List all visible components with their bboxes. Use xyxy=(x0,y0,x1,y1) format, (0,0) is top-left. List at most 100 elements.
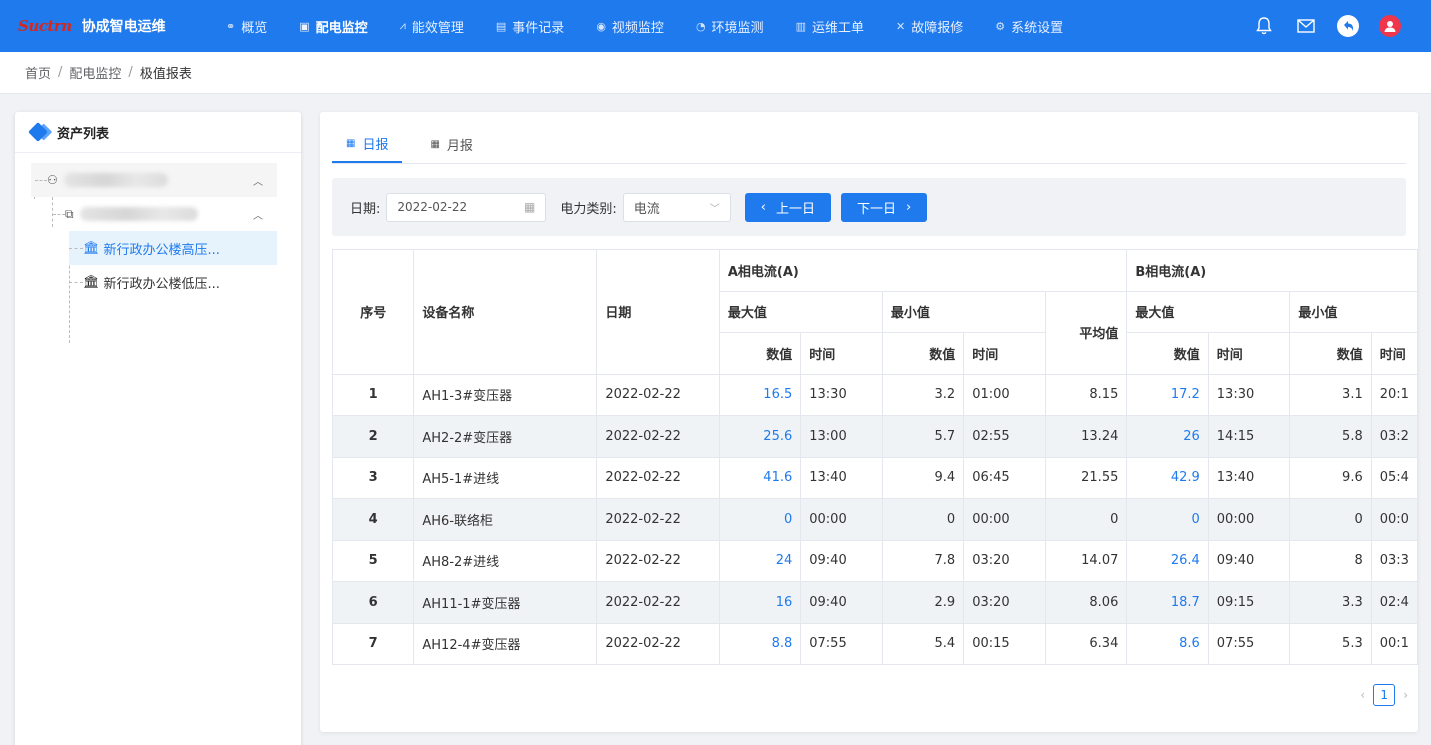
value-header: 数值 xyxy=(1126,332,1209,375)
return-icon[interactable] xyxy=(1337,15,1359,37)
diamond-icon xyxy=(28,122,48,142)
table-cell: AH11-1#变压器 xyxy=(413,581,598,624)
table-cell: 2022-02-22 xyxy=(596,581,720,624)
nav-item-work-orders[interactable]: ▥ 运维工单 xyxy=(780,0,880,52)
bank-icon: 🏛 xyxy=(83,274,100,290)
table-cell: 26 xyxy=(1126,415,1209,458)
time-header: 时间 xyxy=(963,332,1046,375)
next-page-icon[interactable]: › xyxy=(1403,688,1408,702)
tree-node-building[interactable]: ⧉ ︿ xyxy=(49,197,277,231)
calendar-icon: ▦ xyxy=(346,138,356,149)
table-cell: 00:00 xyxy=(800,498,883,541)
nav-item-events[interactable]: ▤ 事件记录 xyxy=(480,0,580,52)
breadcrumb-separator: / xyxy=(128,65,133,80)
table-cell: 09:40 xyxy=(800,539,883,582)
chevron-right-icon: › xyxy=(906,199,912,215)
table-row[interactable]: 5 AH8-2#进线 2022-02-22 24 09:40 7.8 03:20 14.07 2… xyxy=(331,539,1418,582)
avatar[interactable] xyxy=(1379,15,1401,37)
table-cell: 03:3 xyxy=(1370,539,1418,582)
table-cell: 26.4 xyxy=(1126,539,1209,582)
nav-item-settings[interactable]: ⚙ 系统设置 xyxy=(979,0,1079,52)
table-row[interactable]: 2 AH2-2#变压器 2022-02-22 25.6 13:00 5.7 02:55 13.… xyxy=(331,415,1418,458)
a-max-header: 最大值 xyxy=(718,290,883,333)
table-cell: 9.6 xyxy=(1289,456,1372,499)
table-cell: 13:40 xyxy=(1207,456,1291,499)
col-date-header: 日期 xyxy=(596,249,720,375)
table-cell: 2022-02-22 xyxy=(596,539,720,582)
page-number[interactable]: 1 xyxy=(1373,684,1396,706)
tree-leaf-lv[interactable]: 🏛 新行政办公楼低压... xyxy=(69,265,277,299)
table-cell: 09:40 xyxy=(1207,539,1291,582)
next-day-label: 下一日 xyxy=(857,201,897,217)
nav-item-fault-repair[interactable]: ✕ 故障报修 xyxy=(880,0,979,52)
prev-page-icon[interactable]: ‹ xyxy=(1360,688,1365,702)
table-cell: 02:55 xyxy=(963,415,1046,458)
nav-item-overview[interactable]: ⚭ 概览 xyxy=(210,0,283,52)
calendar-icon: ▦ xyxy=(430,139,440,150)
table-cell: 5 xyxy=(331,539,415,582)
table-cell: AH5-1#进线 xyxy=(413,456,598,499)
value-header: 数值 xyxy=(1289,332,1372,375)
chart-icon: ⩘ xyxy=(399,19,406,32)
tree-leaf-hv[interactable]: 🏛 新行政办公楼高压... xyxy=(69,231,277,265)
table-cell: 4 xyxy=(331,498,415,541)
chevron-up-icon[interactable]: ︿ xyxy=(253,207,263,222)
table-cell: 20:1 xyxy=(1370,373,1418,416)
power-type-select[interactable]: 电流 ﹀ xyxy=(622,192,731,222)
mail-icon[interactable] xyxy=(1295,15,1317,37)
table-cell: 2.9 xyxy=(881,581,965,624)
nav-item-video[interactable]: ◉ 视频监控 xyxy=(580,0,680,52)
asset-panel: 资产列表 ⚇ ︿ ⧉ ︿ 🏛 新行政办公楼高压... 🏛 新行政办公楼低压... xyxy=(15,112,301,745)
next-day-button[interactable]: 下一日 › xyxy=(841,192,928,222)
date-picker[interactable]: 2022-02-22 ▦ xyxy=(386,192,547,222)
table-row[interactable]: 3 AH5-1#进线 2022-02-22 41.6 13:40 9.4 06:45 21.5… xyxy=(331,456,1418,499)
tree-node-site[interactable]: ⚇ ︿ xyxy=(31,163,277,197)
table-row[interactable]: 4 AH6-联络柜 2022-02-22 0 00:00 0 00:00 0 0 00:00 0 00… xyxy=(331,498,1418,541)
bell-icon[interactable] xyxy=(1253,15,1275,37)
table-cell: 7.8 xyxy=(881,539,965,582)
nav-item-energy[interactable]: ⩘ 能效管理 xyxy=(384,0,480,52)
breadcrumb-home[interactable]: 首页 xyxy=(25,63,51,82)
table-cell: 17.2 xyxy=(1126,373,1209,416)
table-cell: 6 xyxy=(331,581,415,624)
breadcrumb-section[interactable]: 配电监控 xyxy=(69,63,121,82)
table-cell: AH6-联络柜 xyxy=(413,498,598,541)
b-min-header: 最小值 xyxy=(1289,290,1418,333)
prev-day-button[interactable]: ‹ 上一日 xyxy=(744,192,831,222)
tab-label: 日报 xyxy=(362,138,389,153)
ticket-icon: ▥ xyxy=(795,19,806,33)
tree-leaf-label: 新行政办公楼高压... xyxy=(103,242,220,258)
table-cell: 5.8 xyxy=(1289,415,1372,458)
nav-label: 系统设置 xyxy=(1011,20,1064,36)
table-cell: 2 xyxy=(331,415,415,458)
table-cell: AH2-2#变压器 xyxy=(413,415,598,458)
table-cell: 13:00 xyxy=(800,415,883,458)
table-cell: 03:20 xyxy=(963,539,1046,582)
table-row[interactable]: 6 AH11-1#变压器 2022-02-22 16 09:40 2.9 03:20 8.06… xyxy=(331,581,1418,624)
table-cell: 05:4 xyxy=(1370,456,1418,499)
camera-icon: ◉ xyxy=(596,19,606,33)
tree-guide xyxy=(35,180,47,181)
chevron-down-icon: ﹀ xyxy=(709,203,720,215)
tab-monthly[interactable]: ▦ 月报 xyxy=(416,126,486,163)
brand[interactable]: Suctrn 协成智电运维 xyxy=(0,16,210,36)
table-row[interactable]: 7 AH12-4#变压器 2022-02-22 8.8 07:55 5.4 00:15 6.3… xyxy=(331,622,1418,665)
a-min-header: 最小值 xyxy=(881,290,1046,333)
nav-label: 概览 xyxy=(241,20,268,36)
gauge-icon: ◔ xyxy=(695,19,706,33)
chevron-up-icon[interactable]: ︿ xyxy=(253,173,263,188)
tab-daily[interactable]: ▦ 日报 xyxy=(332,126,403,163)
table-cell: 5.3 xyxy=(1289,622,1372,665)
table-row[interactable]: 1 AH1-3#变压器 2022-02-22 16.5 13:30 3.2 01:00 8.1… xyxy=(331,373,1418,416)
tree-guide xyxy=(69,282,83,283)
table-cell: 0 xyxy=(881,498,965,541)
table-cell: 3 xyxy=(331,456,415,499)
nav-item-distribution-monitor[interactable]: ▣ 配电监控 xyxy=(283,0,383,52)
table-cell: 8.06 xyxy=(1044,581,1128,624)
table-cell: 00:0 xyxy=(1370,498,1418,541)
nav-item-environment[interactable]: ◔ 环境监测 xyxy=(680,0,780,52)
asset-tree: ⚇ ︿ ⧉ ︿ 🏛 新行政办公楼高压... 🏛 新行政办公楼低压... xyxy=(15,153,301,343)
link-icon: ⚭ xyxy=(226,19,236,33)
brand-logo: Suctrn xyxy=(18,17,72,35)
top-right-actions xyxy=(1253,0,1401,52)
